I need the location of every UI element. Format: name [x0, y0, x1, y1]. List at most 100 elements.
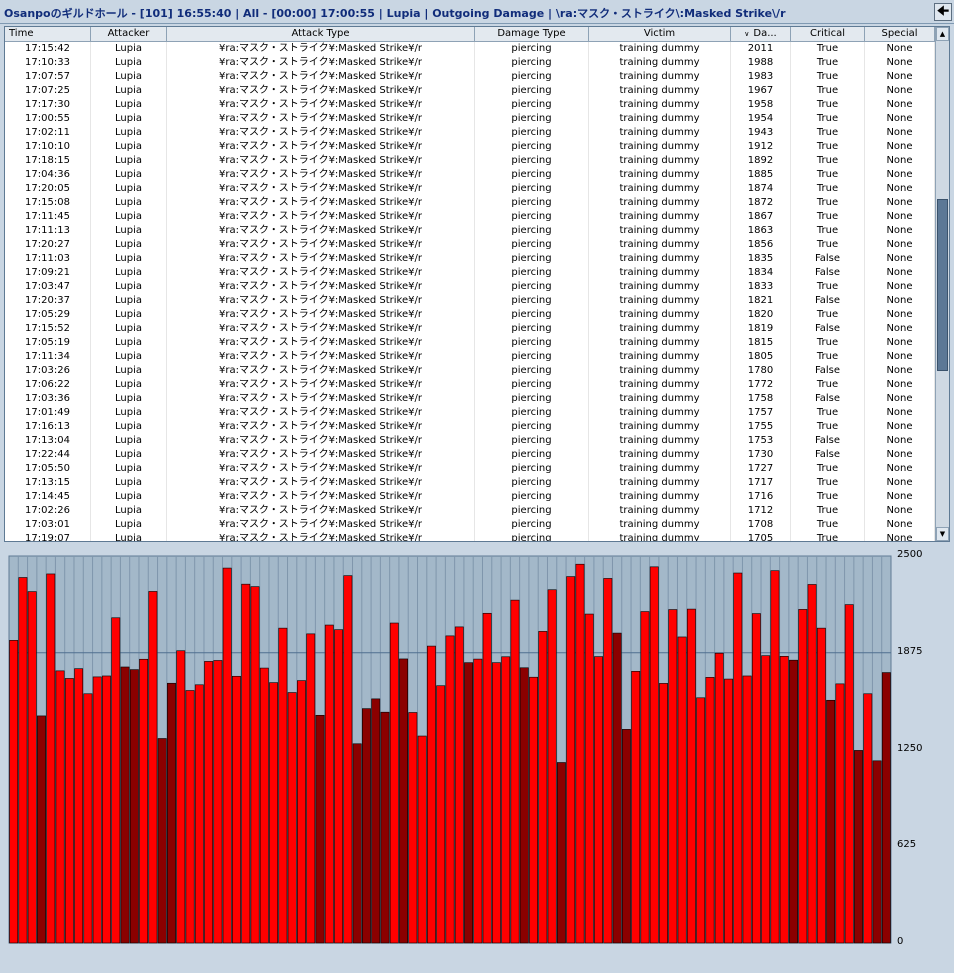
table-row[interactable]: 17:03:47 Lupia ¥ra:マスク・ストライク¥:Masked Strik…	[5, 280, 935, 294]
table-row[interactable]: 17:14:45 Lupia ¥ra:マスク・ストライク¥:Masked Strik…	[5, 490, 935, 504]
cell-damage-type: piercing	[475, 126, 589, 140]
cell-damage-type: piercing	[475, 140, 589, 154]
cell-attacker: Lupia	[91, 168, 167, 182]
scroll-down-button[interactable]: ▼	[936, 527, 949, 541]
cell-attacker: Lupia	[91, 294, 167, 308]
cell-damage: 1835	[731, 252, 791, 266]
table-row[interactable]: 17:11:34 Lupia ¥ra:マスク・ストライク¥:Masked Strik…	[5, 350, 935, 364]
table-row[interactable]: 17:20:27 Lupia ¥ra:マスク・ストライク¥:Masked Strik…	[5, 238, 935, 252]
cell-damage-type: piercing	[475, 112, 589, 126]
table-row[interactable]: 17:17:30 Lupia ¥ra:マスク・ストライク¥:Masked Strik…	[5, 98, 935, 112]
table-row[interactable]: 17:10:33 Lupia ¥ra:マスク・ストライク¥:Masked Strik…	[5, 56, 935, 70]
cell-damage: 1753	[731, 434, 791, 448]
cell-special: None	[865, 532, 935, 541]
damage-bar	[631, 671, 641, 944]
table-row[interactable]: 17:11:03 Lupia ¥ra:マスク・ストライク¥:Masked Strik…	[5, 252, 935, 266]
damage-bar	[464, 662, 474, 944]
cell-damage: 1912	[731, 140, 791, 154]
table-row[interactable]: 17:18:15 Lupia ¥ra:マスク・ストライク¥:Masked Strik…	[5, 154, 935, 168]
table-row[interactable]: 17:10:10 Lupia ¥ra:マスク・ストライク¥:Masked Strik…	[5, 140, 935, 154]
back-button[interactable]: 🠈	[934, 3, 952, 21]
arrow-left-icon: 🠈	[936, 4, 950, 19]
cell-attacker: Lupia	[91, 224, 167, 238]
table-row[interactable]: 17:00:55 Lupia ¥ra:マスク・ストライク¥:Masked Strik…	[5, 112, 935, 126]
table-row[interactable]: 17:02:11 Lupia ¥ra:マスク・ストライク¥:Masked Strik…	[5, 126, 935, 140]
table-row[interactable]: 17:02:26 Lupia ¥ra:マスク・ストライク¥:Masked Strik…	[5, 504, 935, 518]
cell-victim: training dummy	[589, 392, 731, 406]
damage-bar	[417, 735, 427, 944]
y-tick-label: 0	[897, 936, 904, 947]
column-header-attack-type[interactable]: Attack Type	[167, 27, 475, 41]
table-row[interactable]: 17:13:15 Lupia ¥ra:マスク・ストライク¥:Masked Strik…	[5, 476, 935, 490]
table-row[interactable]: 17:03:36 Lupia ¥ra:マスク・ストライク¥:Masked Strik…	[5, 392, 935, 406]
table-row[interactable]: 17:19:07 Lupia ¥ra:マスク・ストライク¥:Masked Strik…	[5, 532, 935, 541]
cell-damage: 1821	[731, 294, 791, 308]
table-row[interactable]: 17:04:36 Lupia ¥ra:マスク・ストライク¥:Masked Strik…	[5, 168, 935, 182]
cell-time: 17:05:29	[5, 308, 91, 322]
table-row[interactable]: 17:20:05 Lupia ¥ra:マスク・ストライク¥:Masked Strik…	[5, 182, 935, 196]
cell-damage: 1757	[731, 406, 791, 420]
table-row[interactable]: 17:20:37 Lupia ¥ra:マスク・ストライク¥:Masked Strik…	[5, 294, 935, 308]
table-row[interactable]: 17:03:01 Lupia ¥ra:マスク・ストライク¥:Masked Strik…	[5, 518, 935, 532]
cell-victim: training dummy	[589, 168, 731, 182]
cell-time: 17:17:30	[5, 98, 91, 112]
damage-bar	[612, 632, 622, 944]
window-title: Osanpoのギルドホール - [101] 16:55:40 | All - […	[4, 7, 786, 20]
table-row[interactable]: 17:01:49 Lupia ¥ra:マスク・ストライク¥:Masked Strik…	[5, 406, 935, 420]
cell-attack-type: ¥ra:マスク・ストライク¥:Masked Strike¥/r	[167, 476, 475, 490]
column-header-attacker[interactable]: Attacker	[91, 27, 167, 41]
table-row[interactable]: 17:22:44 Lupia ¥ra:マスク・ストライク¥:Masked Strik…	[5, 448, 935, 462]
cell-victim: training dummy	[589, 406, 731, 420]
column-header-critical[interactable]: Critical	[791, 27, 865, 41]
cell-damage: 1819	[731, 322, 791, 336]
damage-bar	[139, 658, 149, 944]
table-row[interactable]: 17:05:19 Lupia ¥ra:マスク・ストライク¥:Masked Strik…	[5, 336, 935, 350]
cell-damage: 1892	[731, 154, 791, 168]
table-row[interactable]: 17:15:52 Lupia ¥ra:マスク・ストライク¥:Masked Strik…	[5, 322, 935, 336]
cell-victim: training dummy	[589, 322, 731, 336]
table-row[interactable]: 17:07:25 Lupia ¥ra:マスク・ストライク¥:Masked Strik…	[5, 84, 935, 98]
cell-attacker: Lupia	[91, 266, 167, 280]
table-row[interactable]: 17:05:29 Lupia ¥ra:マスク・ストライク¥:Masked Strik…	[5, 308, 935, 322]
column-header-damage-type[interactable]: Damage Type	[475, 27, 589, 41]
table-row[interactable]: 17:16:13 Lupia ¥ra:マスク・ストライク¥:Masked Strik…	[5, 420, 935, 434]
damage-bar	[566, 576, 576, 944]
scroll-up-button[interactable]: ▲	[936, 27, 949, 41]
cell-time: 17:14:45	[5, 490, 91, 504]
column-header-victim[interactable]: Victim	[589, 27, 731, 41]
table-row[interactable]: 17:03:26 Lupia ¥ra:マスク・ストライク¥:Masked Strik…	[5, 364, 935, 378]
cell-attack-type: ¥ra:マスク・ストライク¥:Masked Strike¥/r	[167, 280, 475, 294]
scroll-thumb[interactable]	[937, 199, 948, 371]
cell-critical: True	[791, 196, 865, 210]
y-tick-label: 1875	[897, 645, 923, 657]
table-row[interactable]: 17:11:45 Lupia ¥ra:マスク・ストライク¥:Masked Strik…	[5, 210, 935, 224]
damage-bar	[148, 591, 158, 944]
damage-bar	[157, 738, 167, 944]
table-row[interactable]: 17:13:04 Lupia ¥ra:マスク・ストライク¥:Masked Strik…	[5, 434, 935, 448]
table-row[interactable]: 17:11:13 Lupia ¥ra:マスク・ストライク¥:Masked Strik…	[5, 224, 935, 238]
column-header-label: Damage Type	[497, 28, 566, 39]
table-row[interactable]: 17:07:57 Lupia ¥ra:マスク・ストライク¥:Masked Strik…	[5, 70, 935, 84]
damage-bar	[232, 675, 241, 944]
cell-attack-type: ¥ra:マスク・ストライク¥:Masked Strike¥/r	[167, 98, 475, 112]
table-row[interactable]: 17:05:50 Lupia ¥ra:マスク・ストライク¥:Masked Strik…	[5, 462, 935, 476]
cell-critical: False	[791, 266, 865, 280]
cell-time: 17:02:11	[5, 126, 91, 140]
cell-time: 17:10:10	[5, 140, 91, 154]
cell-critical: True	[791, 406, 865, 420]
damage-bar	[510, 599, 520, 944]
damage-bar	[259, 667, 269, 944]
cell-victim: training dummy	[589, 42, 731, 56]
table-row[interactable]: 17:15:08 Lupia ¥ra:マスク・ストライク¥:Masked Strik…	[5, 196, 935, 210]
table-row[interactable]: 17:09:21 Lupia ¥ra:マスク・ストライク¥:Masked Strik…	[5, 266, 935, 280]
cell-time: 17:09:21	[5, 266, 91, 280]
table-row[interactable]: 17:06:22 Lupia ¥ra:マスク・ストライク¥:Masked Strik…	[5, 378, 935, 392]
column-header-damage[interactable]: ∨ Da...	[731, 27, 791, 41]
column-header-special[interactable]: Special	[865, 27, 935, 41]
cell-attack-type: ¥ra:マスク・ストライク¥:Masked Strike¥/r	[167, 210, 475, 224]
column-header-time[interactable]: Time	[5, 27, 91, 41]
table-vertical-scrollbar[interactable]: ▲ ▼	[935, 27, 949, 541]
damage-bar	[714, 652, 724, 944]
table-row[interactable]: 17:15:42 Lupia ¥ra:マスク・ストライク¥:Masked Strik…	[5, 42, 935, 56]
cell-time: 17:15:08	[5, 196, 91, 210]
